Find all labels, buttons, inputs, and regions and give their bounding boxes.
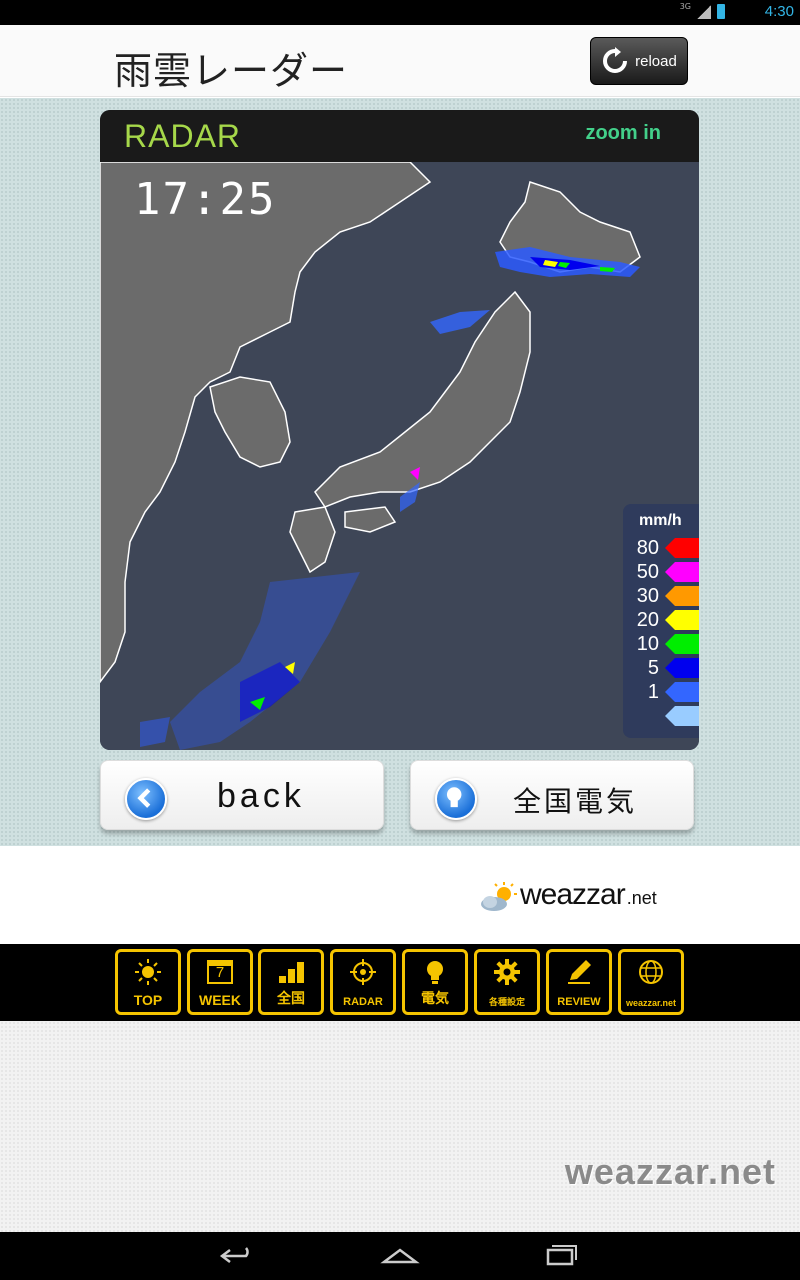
tab-radar[interactable]: RADAR: [330, 949, 396, 1015]
legend-row: 5: [623, 656, 699, 680]
tab-label: 各種設定: [488, 997, 525, 1007]
network-type: 3G: [679, 2, 691, 11]
tab-electricity[interactable]: 電気: [402, 949, 468, 1015]
bulb-icon: [427, 961, 443, 984]
radar-title: RADAR: [124, 118, 242, 154]
legend-value: 1: [647, 681, 659, 703]
legend-swatch: [665, 610, 699, 630]
header: 雨雲レーダー reload: [0, 25, 800, 97]
tab-national[interactable]: 全国: [258, 949, 324, 1015]
main-content: RADAR zoom in 17:25 mm/h 80 50 30 20 10 …: [0, 98, 800, 846]
tab-label: 電気: [421, 990, 449, 1006]
nav-home-icon[interactable]: [380, 1244, 420, 1268]
legend-row: 80: [623, 536, 699, 560]
brand-domain: .net: [626, 888, 657, 908]
battery-icon: [717, 4, 725, 19]
legend-value: 50: [636, 561, 659, 583]
globe-icon: [639, 960, 663, 984]
legend-row: 1: [623, 680, 699, 704]
legend-swatch: [665, 538, 699, 558]
legend-row: 10: [623, 632, 699, 656]
page-title: 雨雲レーダー: [114, 49, 349, 93]
radar-card: RADAR zoom in 17:25 mm/h 80 50 30 20 10 …: [100, 110, 699, 750]
status-clock: 4:30: [764, 3, 794, 20]
watermark: weazzar.net: [564, 1151, 776, 1192]
legend-row: 30: [623, 584, 699, 608]
tab-top[interactable]: TOP: [115, 949, 181, 1015]
week-number: 7: [215, 964, 225, 981]
brand-name: weazzar: [520, 878, 626, 911]
radar-map[interactable]: [100, 162, 699, 750]
pencil-icon: [568, 960, 591, 984]
tab-label: WEEK: [199, 992, 241, 1008]
brand-band: weazzar .net: [0, 846, 800, 944]
zoom-in-link[interactable]: zoom in: [585, 122, 661, 145]
navigation-bar: [0, 1232, 800, 1280]
rain-legend: mm/h 80 50 30 20 10 5 1: [623, 504, 699, 738]
reload-icon: [603, 47, 628, 73]
sun-cloud-icon: [481, 882, 517, 911]
radar-time: 17:25: [134, 174, 277, 225]
national-weather-label: 全国電気: [513, 785, 638, 818]
legend-row: [623, 704, 699, 728]
legend-swatch: [665, 634, 699, 654]
legend-swatch: [665, 706, 699, 726]
tab-label: 全国: [277, 990, 305, 1006]
bulb-icon: [435, 778, 477, 820]
tab-week[interactable]: 7 WEEK: [187, 949, 253, 1015]
legend-swatch: [665, 682, 699, 702]
legend-value: 80: [636, 537, 659, 559]
signal-icon: [697, 4, 711, 19]
status-bar: 3G 4:30: [0, 0, 800, 25]
tab-label: weazzar.net: [625, 998, 677, 1008]
nav-recents-icon[interactable]: [542, 1244, 582, 1268]
tab-review[interactable]: REVIEW: [546, 949, 612, 1015]
tab-label: REVIEW: [557, 996, 601, 1008]
tab-label: TOP: [133, 992, 163, 1008]
legend-value: 10: [636, 633, 659, 655]
tab-label: RADAR: [343, 996, 383, 1008]
legend-unit: mm/h: [639, 512, 682, 529]
national-weather-button[interactable]: 全国電気: [410, 760, 694, 830]
legend-swatch: [665, 658, 699, 678]
nav-back-icon[interactable]: [218, 1244, 258, 1268]
tab-weazzar[interactable]: weazzar.net: [618, 949, 684, 1015]
tab-bar: TOP 7 WEEK 全国 RADAR 電気 各種設定 REVIEW weazz…: [0, 944, 800, 1021]
reload-button[interactable]: reload: [590, 37, 688, 85]
stairs-icon: [279, 962, 304, 983]
legend-row: 50: [623, 560, 699, 584]
legend-value: 5: [647, 657, 659, 679]
status-icons: 3G: [679, 2, 725, 19]
back-button[interactable]: back: [100, 760, 384, 830]
legend-value: 30: [636, 585, 659, 607]
radar-header: RADAR zoom in: [100, 110, 699, 162]
legend-swatch: [665, 586, 699, 606]
back-arrow-icon: [125, 778, 167, 820]
back-label: back: [217, 777, 305, 815]
gear-icon: [494, 959, 520, 985]
legend-swatch: [665, 562, 699, 582]
crosshair-icon: [350, 959, 376, 985]
reload-label: reload: [635, 52, 677, 70]
sun-icon: [135, 959, 161, 985]
legend-row: 20: [623, 608, 699, 632]
tab-settings[interactable]: 各種設定: [474, 949, 540, 1015]
legend-value: 20: [636, 609, 659, 631]
lower-area: weazzar.net: [0, 1021, 800, 1232]
weazzar-logo[interactable]: weazzar .net: [480, 878, 657, 912]
